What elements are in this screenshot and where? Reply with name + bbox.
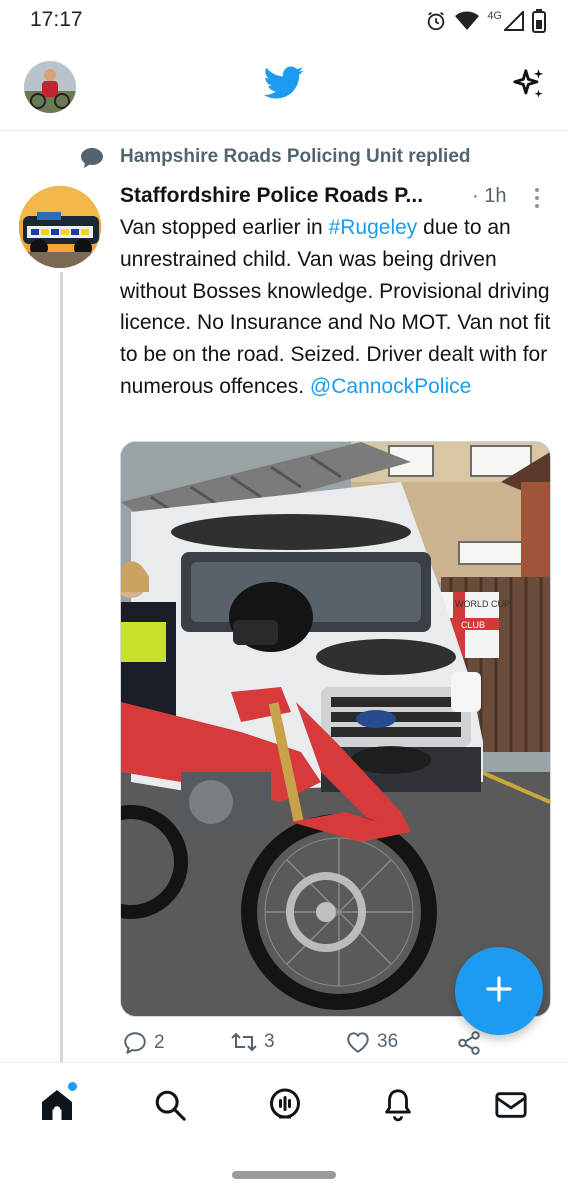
plus-icon [485, 975, 513, 1008]
gesture-bar [232, 1171, 336, 1179]
tweet-photo[interactable]: WORLD CUP CLUB [120, 441, 551, 1017]
tweet-text: Van stopped earlier in #Rugeley due to a… [120, 212, 552, 403]
reply-count: 2 [154, 1032, 165, 1053]
tweet-time: · 1h [472, 185, 507, 207]
reply-bubble-icon [80, 147, 104, 174]
thread-line [60, 272, 63, 1062]
bottom-navigation [0, 1062, 568, 1151]
nav-spaces[interactable] [265, 1087, 305, 1127]
twitter-bird-icon[interactable] [264, 66, 304, 105]
retweet-action[interactable]: 3 [230, 1030, 275, 1054]
like-action[interactable]: 36 [345, 1030, 398, 1054]
signal-icon [504, 11, 524, 31]
retweet-icon [230, 1030, 258, 1054]
status-time: 17:17 [30, 8, 83, 31]
nav-messages[interactable] [491, 1087, 531, 1127]
author-avatar[interactable] [19, 186, 101, 268]
sign-text: WORLD CUP [455, 599, 510, 609]
home-notification-dot [66, 1080, 79, 1093]
sparkle-icon[interactable] [510, 66, 548, 109]
status-bar: 17:17 4G [0, 0, 568, 44]
author-name[interactable]: Staffordshire Police Roads P... [120, 184, 423, 208]
mention-link[interactable]: @CannockPolice [310, 375, 471, 398]
tweet-text-part: due to an unrestrained child. Van was be… [120, 216, 551, 398]
reply-action[interactable]: 2 [122, 1030, 165, 1056]
reply-icon [122, 1030, 148, 1056]
hashtag-link[interactable]: #Rugeley [329, 216, 418, 239]
reply-context-text: Hampshire Roads Policing Unit replied [120, 146, 471, 167]
more-options-icon[interactable] [530, 186, 544, 215]
nav-search[interactable] [150, 1087, 190, 1127]
wifi-icon [455, 11, 480, 31]
network-label: 4G [487, 10, 502, 22]
search-icon [153, 1088, 187, 1127]
like-count: 36 [377, 1031, 399, 1052]
profile-avatar[interactable] [24, 61, 76, 113]
share-action[interactable] [456, 1030, 482, 1056]
app-bar [0, 44, 568, 131]
nav-home[interactable] [37, 1087, 77, 1127]
status-icons: 4G [425, 8, 546, 34]
heart-icon [345, 1030, 371, 1054]
compose-tweet-button[interactable] [455, 947, 543, 1035]
alarm-icon [425, 10, 447, 32]
retweet-count: 3 [264, 1031, 275, 1052]
share-icon [456, 1030, 482, 1056]
sign-text-2: CLUB [461, 620, 485, 630]
notifications-icon [381, 1087, 415, 1128]
nav-notifications[interactable] [378, 1087, 418, 1127]
messages-icon [494, 1089, 528, 1126]
tweet-text-part: Van stopped earlier in [120, 216, 329, 239]
spaces-icon [267, 1087, 303, 1128]
tweet-actions: 2 3 36 [120, 1030, 550, 1062]
reply-context[interactable]: Hampshire Roads Policing Unit replied [0, 142, 568, 172]
battery-icon [532, 9, 546, 33]
